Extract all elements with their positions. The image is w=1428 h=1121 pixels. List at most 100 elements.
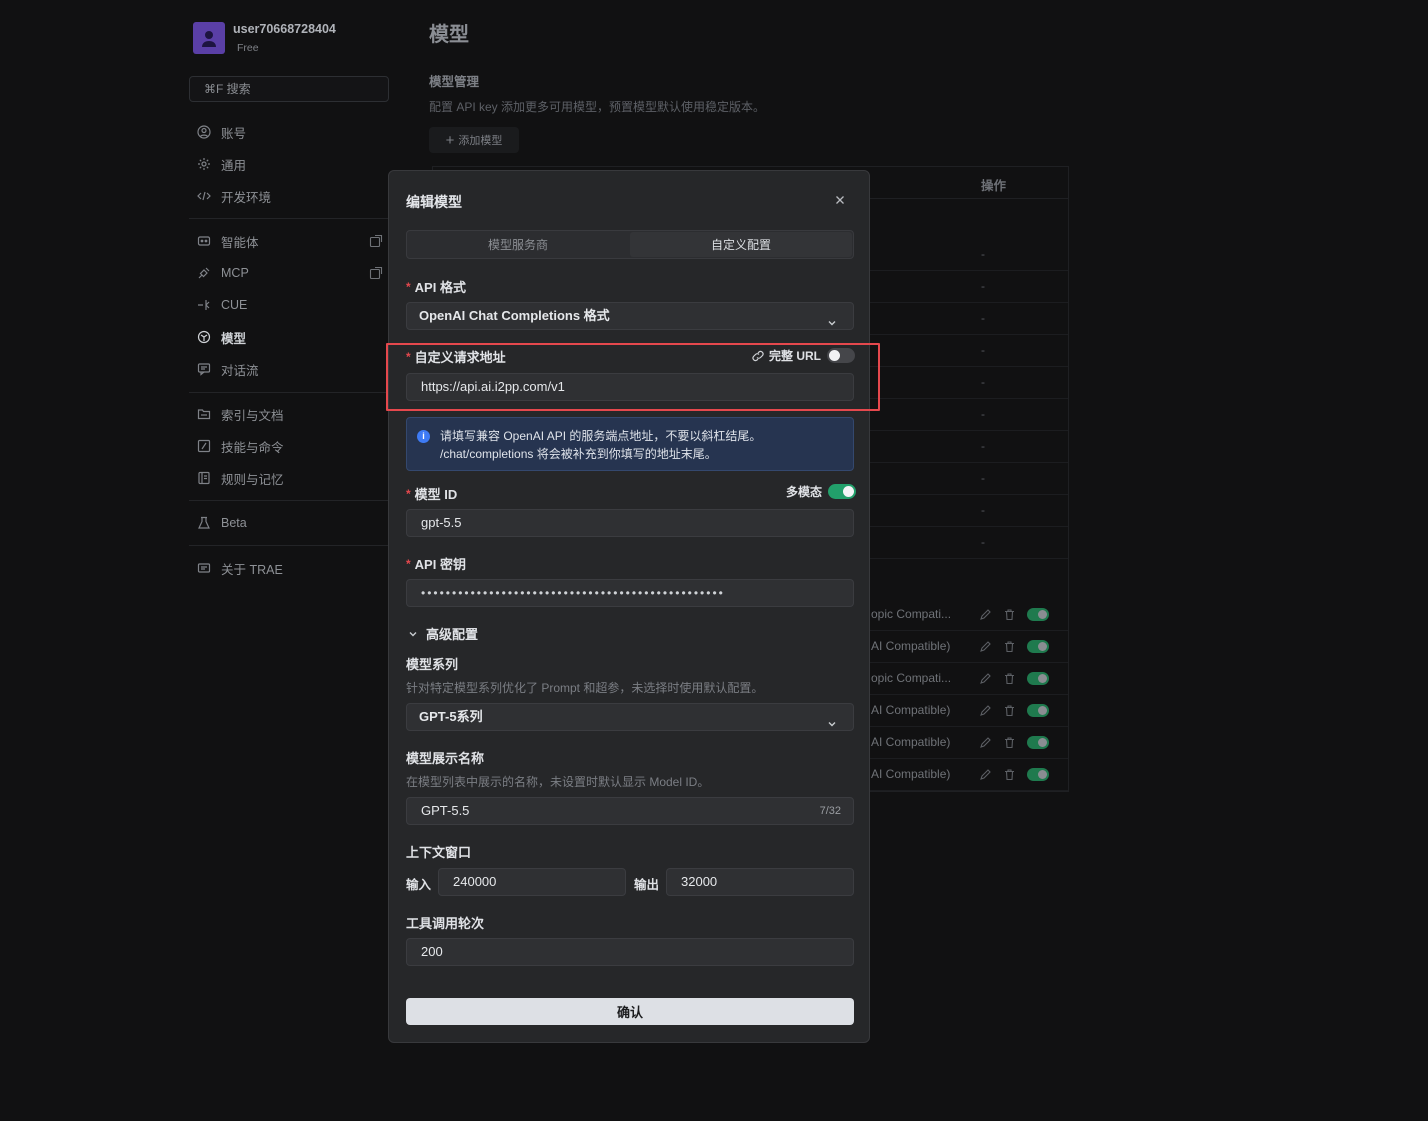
- add-model-label: 添加模型: [458, 135, 503, 147]
- sidebar-item-label: CUE: [221, 298, 248, 312]
- ops-column-header: 操作: [981, 179, 1007, 193]
- row-dash: -: [981, 311, 985, 325]
- edit-icon[interactable]: [979, 768, 992, 781]
- provider-name: AI Compatible): [871, 703, 951, 717]
- chevron-down-icon: [409, 631, 417, 636]
- tab-custom-config[interactable]: 自定义配置: [630, 232, 852, 257]
- trash-icon[interactable]: [1003, 608, 1016, 621]
- row-dash: -: [981, 407, 985, 421]
- tab-provider[interactable]: 模型服务商: [407, 231, 629, 258]
- user-profile[interactable]: user70668728404 Free: [193, 22, 336, 54]
- edit-icon[interactable]: [979, 736, 992, 749]
- url-highlight-box: [386, 343, 880, 411]
- sidebar-item-rules-memory[interactable]: 规则与记忆: [197, 468, 383, 488]
- enable-toggle[interactable]: [1027, 672, 1049, 685]
- context-window-label: 上下文窗口: [406, 845, 472, 860]
- trash-icon[interactable]: [1003, 736, 1016, 749]
- display-name-input[interactable]: GPT-5.5 7/32: [406, 797, 854, 825]
- display-name-label: 模型展示名称: [406, 751, 485, 766]
- page-title: 模型: [429, 24, 469, 46]
- display-name-hint: 在模型列表中展示的名称，未设置时默认显示 Model ID。: [406, 775, 710, 789]
- confirm-button[interactable]: 确认: [406, 998, 854, 1025]
- sidebar-item-account[interactable]: 账号: [197, 122, 383, 142]
- info-icon: [197, 561, 211, 575]
- model-id-input[interactable]: gpt-5.5: [406, 509, 854, 537]
- account-icon: [197, 125, 211, 139]
- close-icon[interactable]: [833, 193, 847, 207]
- sidebar-item-skills[interactable]: 技能与命令: [197, 436, 383, 456]
- char-counter: 7/32: [819, 805, 841, 817]
- trash-icon[interactable]: [1003, 640, 1016, 653]
- input-tokens-field[interactable]: 240000: [438, 868, 626, 896]
- sidebar-item-agents[interactable]: 智能体: [197, 231, 383, 251]
- sidebar-item-beta[interactable]: Beta: [197, 513, 383, 533]
- model-series-label: 模型系列: [406, 657, 459, 672]
- model-series-select[interactable]: GPT-5系列: [406, 703, 854, 731]
- sidebar-item-label: 通用: [221, 158, 247, 173]
- enable-toggle[interactable]: [1027, 704, 1049, 717]
- avatar: [193, 22, 225, 54]
- sidebar-item-index-docs[interactable]: 索引与文档: [197, 404, 383, 424]
- external-link-icon[interactable]: [369, 234, 383, 248]
- enable-toggle[interactable]: [1027, 608, 1049, 621]
- info-circle-icon: i: [417, 430, 430, 443]
- code-icon: [197, 189, 211, 203]
- row-dash: -: [981, 375, 985, 389]
- sidebar-item-models[interactable]: 模型: [197, 327, 383, 347]
- divider: [189, 545, 389, 546]
- folder-icon: [197, 407, 211, 421]
- provider-name: AI Compatible): [871, 767, 951, 781]
- enable-toggle[interactable]: [1027, 736, 1049, 749]
- enable-toggle[interactable]: [1027, 640, 1049, 653]
- output-tokens-label: 输出: [634, 878, 660, 892]
- search-input[interactable]: ⌘F 搜索: [189, 76, 389, 102]
- enable-toggle[interactable]: [1027, 768, 1049, 781]
- sidebar-item-about[interactable]: 关于 TRAE: [197, 558, 383, 578]
- edit-icon[interactable]: [979, 640, 992, 653]
- edit-icon[interactable]: [979, 672, 992, 685]
- model-series-hint: 针对特定模型系列优化了 Prompt 和超参，未选择时使用默认配置。: [406, 681, 764, 695]
- user-name: user70668728404: [233, 22, 336, 36]
- sidebar-item-label: 规则与记忆: [221, 472, 284, 487]
- chat-icon: [197, 362, 211, 376]
- url-info-banner: i 请填写兼容 OpenAI API 的服务端点地址，不要以斜杠结尾。 /cha…: [406, 417, 854, 471]
- trash-icon[interactable]: [1003, 768, 1016, 781]
- tool-rounds-input[interactable]: 200: [406, 938, 854, 966]
- sidebar-item-label: 智能体: [221, 235, 259, 250]
- row-dash: -: [981, 343, 985, 357]
- plus-icon: +: [445, 131, 455, 149]
- required-mark: *: [406, 486, 411, 501]
- advanced-config-toggle[interactable]: 高级配置: [408, 624, 478, 643]
- trash-icon[interactable]: [1003, 672, 1016, 685]
- cue-icon: [197, 298, 211, 312]
- add-model-button[interactable]: + 添加模型: [429, 127, 519, 153]
- sidebar-item-label: 索引与文档: [221, 408, 284, 423]
- chevron-down-icon: [827, 311, 837, 326]
- sidebar-item-label: 模型: [221, 331, 247, 346]
- row-dash: -: [981, 535, 985, 549]
- sidebar-item-dev-env[interactable]: 开发环境: [197, 186, 383, 206]
- edit-icon[interactable]: [979, 704, 992, 717]
- tool-rounds-label: 工具调用轮次: [406, 916, 485, 931]
- beaker-icon: [197, 516, 211, 530]
- user-plan: Free: [237, 42, 259, 54]
- sidebar-item-general[interactable]: 通用: [197, 154, 383, 174]
- multimodal-toggle-group: 多模态: [786, 483, 857, 500]
- provider-name: AI Compatible): [871, 735, 951, 749]
- external-link-icon[interactable]: [369, 266, 383, 280]
- divider: [189, 500, 389, 501]
- edit-icon[interactable]: [979, 608, 992, 621]
- multimodal-toggle[interactable]: [828, 484, 857, 499]
- sidebar-item-dialog-flow[interactable]: 对话流: [197, 359, 383, 379]
- multimodal-label: 多模态: [786, 485, 823, 499]
- sidebar-item-label: MCP: [221, 266, 249, 280]
- sidebar-item-cue[interactable]: CUE: [197, 295, 383, 315]
- sidebar-item-mcp[interactable]: MCP: [197, 263, 383, 283]
- api-format-label: * API 格式: [406, 279, 466, 296]
- api-format-select[interactable]: OpenAI Chat Completions 格式: [406, 302, 854, 330]
- row-dash: -: [981, 503, 985, 517]
- api-key-input[interactable]: ••••••••••••••••••••••••••••••••••••••••…: [406, 579, 854, 607]
- trash-icon[interactable]: [1003, 704, 1016, 717]
- sidebar-item-label: 账号: [221, 126, 247, 141]
- output-tokens-field[interactable]: 32000: [666, 868, 854, 896]
